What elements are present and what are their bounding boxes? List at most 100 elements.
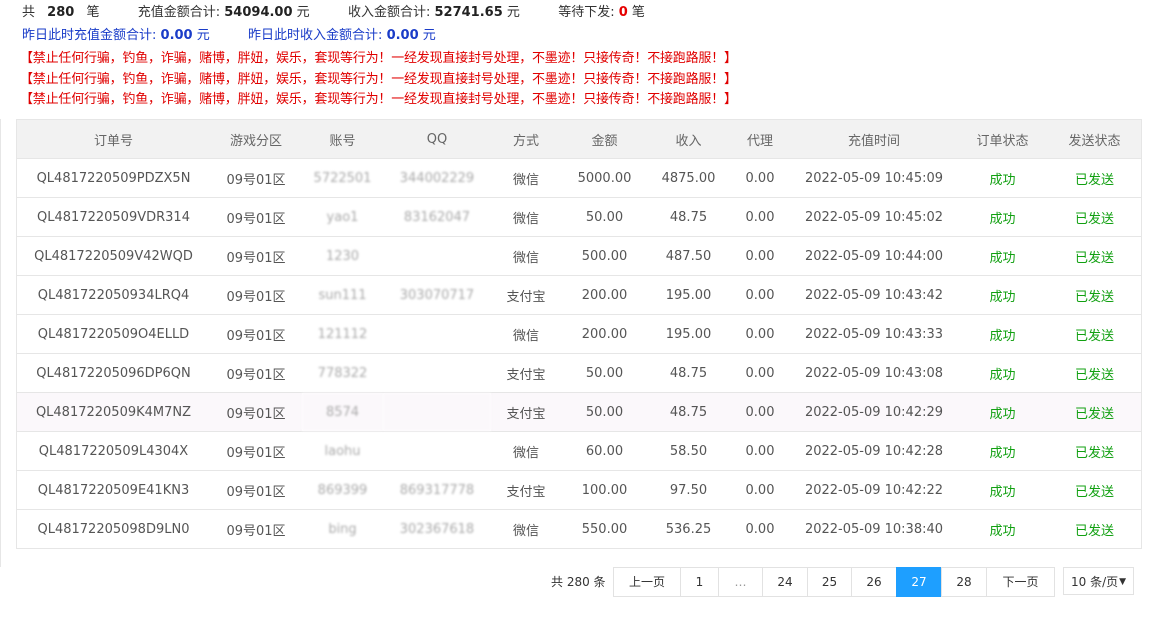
cell-amount: 550.00 bbox=[581, 521, 628, 537]
cell-amount: 200.00 bbox=[561, 275, 648, 315]
col-header-agent: 代理 bbox=[729, 120, 791, 159]
income-total-unit: 元 bbox=[506, 5, 520, 20]
cell-agent: 0.00 bbox=[729, 197, 791, 237]
page-button-25[interactable]: 25 bbox=[807, 567, 852, 597]
yesterday-recharge-value: 0.00 bbox=[160, 28, 193, 43]
cell-send-status: 已发送 bbox=[1048, 197, 1141, 237]
cell-account: 1230 bbox=[302, 236, 383, 276]
table-row[interactable]: QL4817220509PDZX5N 09号01区 5722501 344002229… bbox=[17, 158, 1141, 198]
cell-amount: 5000.00 bbox=[561, 158, 648, 198]
table-row[interactable]: QL481722050934LRQ4 09号01区 sun111 303070717 支… bbox=[17, 275, 1141, 315]
summary-bar: 共 280 笔 充值金额合计: 54094.00 元 收入金额合计: 52741… bbox=[22, 3, 645, 23]
cell-qq bbox=[383, 236, 491, 276]
cell-qq: 83162047 bbox=[383, 197, 491, 237]
cell-amount: 100.00 bbox=[561, 470, 648, 510]
warning-notice: 【禁止任何行骗，钓鱼，诈骗，赌博，胖妞，娱乐，套现等行为！一经发现直接封号处理，… bbox=[20, 51, 737, 66]
table-row[interactable]: QL48172205096DP6QN 09号01区 778322 支付宝 50.00 48… bbox=[17, 353, 1141, 393]
prev-page-button[interactable]: 上一页 bbox=[613, 567, 681, 597]
cell-income: 536.25 bbox=[665, 521, 712, 537]
col-header-qq: QQ bbox=[383, 120, 491, 159]
table-row[interactable]: QL4817220509K4M7NZ 09号01区 8574 支付宝 50.00 48.7… bbox=[17, 392, 1141, 432]
cell-income: 48.75 bbox=[648, 197, 729, 237]
cell-recharge-time: 2022-05-09 10:45:02 bbox=[791, 197, 957, 237]
cell-account: 778322 bbox=[302, 353, 383, 393]
cell-send-status: 已发送 bbox=[1048, 275, 1141, 315]
cell-income: 487.50 bbox=[648, 236, 729, 276]
page-button-26[interactable]: 26 bbox=[851, 567, 897, 597]
recharge-total-label: 充值金额合计: bbox=[137, 5, 221, 20]
cell-agent: 0.00 bbox=[729, 158, 791, 198]
cell-account: sun111 bbox=[302, 275, 383, 315]
pending-value: 0 bbox=[618, 5, 628, 20]
cell-order-no: QL48172205096DP6QN bbox=[17, 353, 210, 393]
cell-agent: 0.00 bbox=[729, 392, 791, 432]
cell-method: 微信 bbox=[491, 431, 561, 471]
cell-order-status: 成功 bbox=[957, 392, 1048, 432]
page-button-24[interactable]: 24 bbox=[762, 567, 808, 597]
page-button-1[interactable]: 1 bbox=[680, 567, 719, 597]
cell-zone: 09号01区 bbox=[210, 392, 302, 432]
cell-recharge-time: 2022-05-09 10:42:22 bbox=[791, 470, 957, 510]
income-total-label: 收入金额合计: bbox=[347, 5, 431, 20]
cell-method: 微信 bbox=[491, 197, 561, 237]
yesterday-income-label: 昨日此时收入金额合计: bbox=[248, 28, 383, 43]
cell-order-no: QL4817220509L4304X bbox=[17, 431, 210, 471]
cell-method: 微信 bbox=[491, 236, 561, 276]
page-button-27-current[interactable]: 27 bbox=[896, 567, 942, 597]
page-button-28[interactable]: 28 bbox=[941, 567, 987, 597]
orders-table-body: QL4817220509PDZX5N 09号01区 5722501 344002229… bbox=[17, 158, 1141, 549]
cell-amount: 500.00 bbox=[561, 236, 648, 276]
cell-method: 微信 bbox=[512, 523, 539, 539]
cell-qq: 869317778 bbox=[383, 470, 491, 510]
cell-agent: 0.00 bbox=[729, 470, 791, 510]
table-row[interactable]: QL4817220509O4ELLD 09号01区 121112 微信 200.00 19… bbox=[17, 314, 1141, 354]
pending-label: 等待下发: bbox=[558, 5, 615, 20]
next-page-button[interactable]: 下一页 bbox=[986, 567, 1055, 597]
cell-qq bbox=[383, 314, 491, 354]
cell-agent: 0.00 bbox=[729, 314, 791, 354]
cell-income: 195.00 bbox=[648, 275, 729, 315]
cell-method: 支付宝 bbox=[491, 392, 561, 432]
page: { "summary": { "count_prefix": "共", "cou… bbox=[0, 0, 1149, 622]
cell-order-status: 成功 bbox=[957, 314, 1048, 354]
cell-order-status: 成功 bbox=[957, 158, 1048, 198]
cell-method: 支付宝 bbox=[491, 470, 561, 510]
left-divider bbox=[0, 119, 1, 567]
col-header-send-status: 发送状态 bbox=[1048, 120, 1141, 159]
income-total-value: 52741.65 bbox=[434, 5, 503, 20]
table-header-row: 订单号 游戏分区 账号 QQ 方式 金额 收入 代理 充值时间 订单状态 发送状… bbox=[17, 120, 1141, 159]
cell-send-status: 已发送 bbox=[1048, 353, 1141, 393]
cell-account: yao1 bbox=[302, 197, 383, 237]
recharge-total-unit: 元 bbox=[296, 5, 310, 20]
cell-income: 48.75 bbox=[648, 392, 729, 432]
cell-zone: 09号01区 bbox=[226, 523, 286, 539]
cell-recharge-time: 2022-05-09 10:45:09 bbox=[791, 158, 957, 198]
cell-amount: 50.00 bbox=[561, 353, 648, 393]
cell-send-status: 已发送 bbox=[1048, 236, 1141, 276]
cell-agent: 0.00 bbox=[729, 275, 791, 315]
cell-send-status: 已发送 bbox=[1048, 470, 1141, 510]
pending-unit: 笔 bbox=[631, 5, 645, 20]
yesterday-income-value: 0.00 bbox=[386, 28, 419, 43]
table-row[interactable]: QL4817220509E41KN3 09号01区 869399 869317778 支… bbox=[17, 470, 1141, 510]
cell-account: 8574 bbox=[302, 392, 383, 432]
order-count-suffix: 笔 bbox=[86, 5, 100, 20]
table-row[interactable]: QL4817220509VDR314 09号01区 yao1 83162047 微信 50… bbox=[17, 197, 1141, 237]
cell-income: 195.00 bbox=[648, 314, 729, 354]
table-row[interactable]: QL4817220509L4304X 09号01区 laohu 微信 60.00 58.5… bbox=[17, 431, 1141, 471]
cell-qq bbox=[383, 431, 491, 471]
cell-send-status: 已发送 bbox=[1074, 523, 1114, 539]
page-size-select[interactable]: 10 条/页 ▼ bbox=[1063, 567, 1134, 595]
cell-recharge-time: 2022-05-09 10:43:08 bbox=[791, 353, 957, 393]
col-header-order-status: 订单状态 bbox=[957, 120, 1048, 159]
cell-qq: 302367618 bbox=[399, 521, 475, 537]
cell-recharge-time: 2022-05-09 10:42:29 bbox=[791, 392, 957, 432]
cell-order-status: 成功 bbox=[957, 353, 1048, 393]
table-row[interactable]: QL4817220509V42WQD 09号01区 1230 微信 500.00 487.… bbox=[17, 236, 1141, 276]
cell-method: 支付宝 bbox=[491, 353, 561, 393]
col-header-method: 方式 bbox=[491, 120, 561, 159]
cell-order-no: QL4817220509K4M7NZ bbox=[17, 392, 210, 432]
cell-order-no: QL4817220509E41KN3 bbox=[17, 470, 210, 510]
table-row[interactable]: QL48172205098D9LN0 09号01区 bing 302367618 微信 5… bbox=[17, 510, 1141, 549]
cell-order-no: QL4817220509VDR314 bbox=[17, 197, 210, 237]
